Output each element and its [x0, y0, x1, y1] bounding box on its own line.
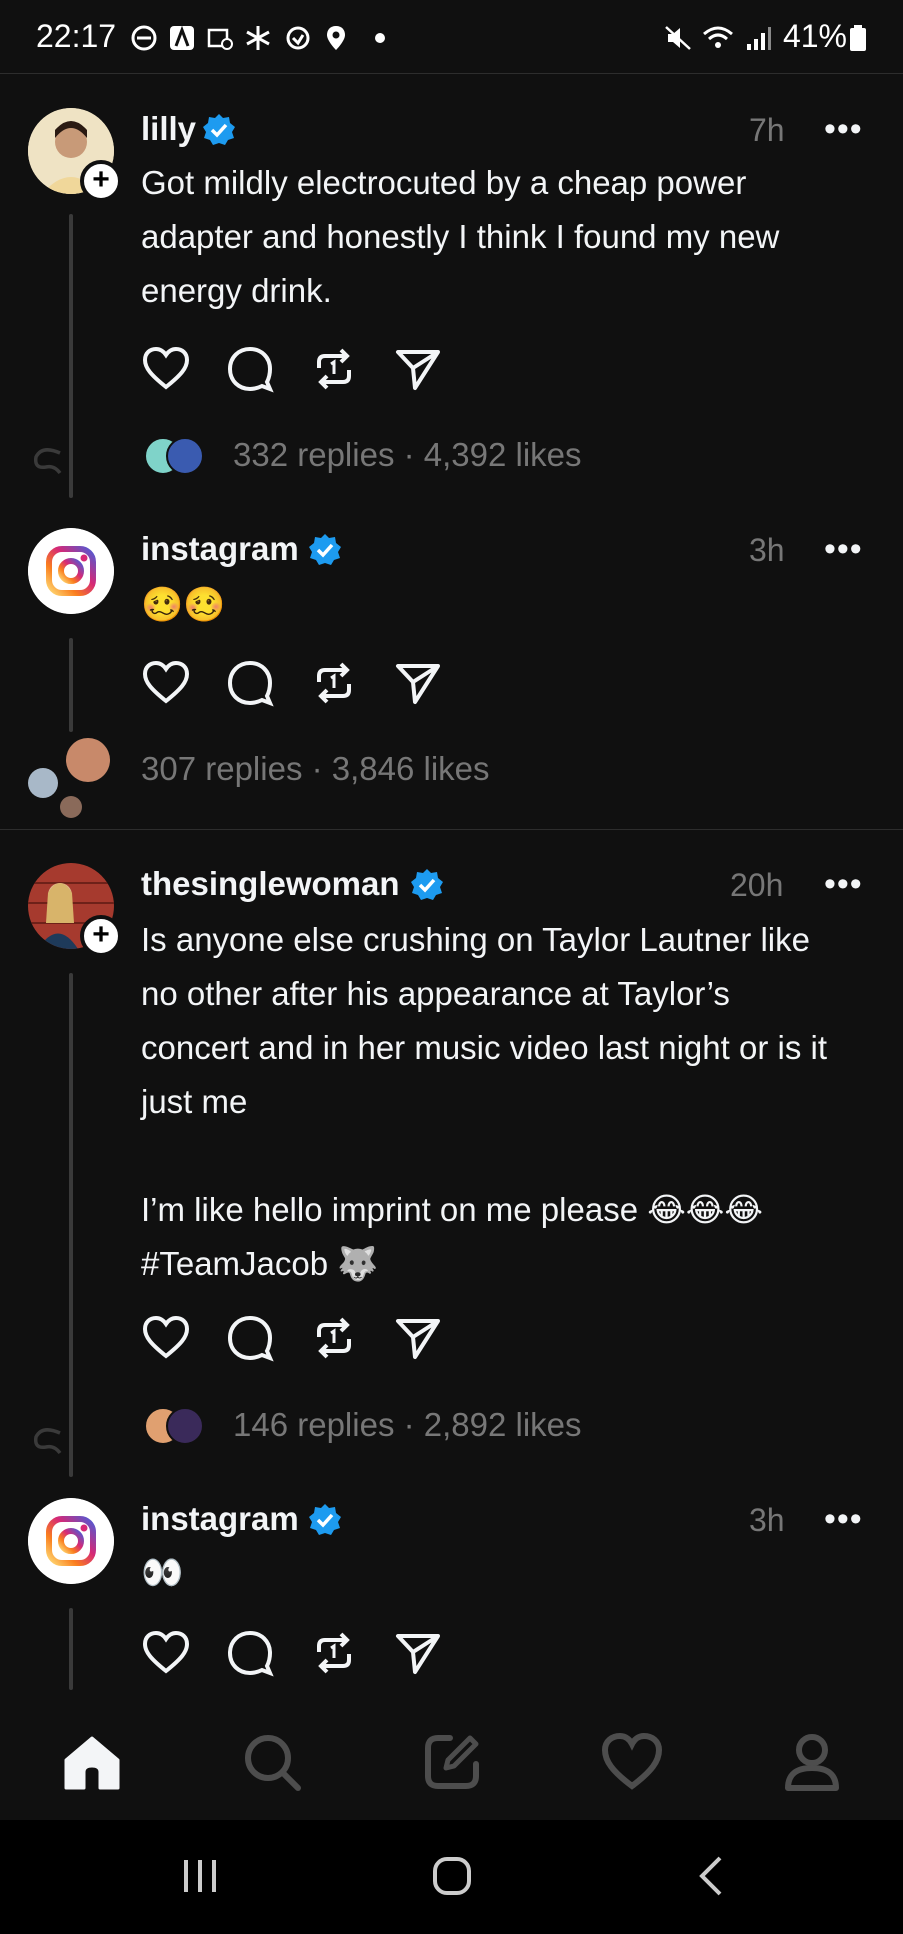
action-bar	[141, 1313, 461, 1369]
reply-avatars	[28, 738, 112, 820]
status-time: 22:17	[36, 18, 117, 54]
top-divider	[0, 73, 903, 74]
share-icon[interactable]	[393, 658, 443, 708]
share-icon[interactable]	[393, 1313, 443, 1363]
back-icon[interactable]	[690, 1854, 734, 1898]
asterisk-icon	[246, 26, 270, 50]
system-nav-bar	[0, 1820, 903, 1934]
instagram-logo-icon	[28, 1498, 114, 1584]
thread-loop-icon	[33, 448, 62, 475]
thread-line	[69, 638, 73, 732]
location-icon	[327, 26, 345, 50]
battery-icon	[850, 25, 866, 51]
battery-percent: 41%	[782, 18, 847, 54]
post-divider	[0, 829, 903, 830]
more-options-button[interactable]: •••	[824, 865, 863, 904]
reply-avatars	[144, 435, 206, 475]
reply-avatar	[66, 738, 110, 782]
verified-badge-icon	[411, 869, 443, 900]
repost-icon[interactable]	[309, 1313, 359, 1363]
thread-loop-icon	[33, 1428, 62, 1455]
post-text: 👀	[141, 1554, 184, 1592]
thread-line	[69, 214, 73, 498]
app-notification-icon	[170, 25, 194, 50]
home-icon[interactable]	[60, 1730, 124, 1794]
post-thesinglewoman[interactable]: + thesinglewoman 20h ••• Is anyone else …	[0, 845, 903, 1495]
verified-badge-icon	[309, 534, 341, 565]
post-stats[interactable]: 146 replies · 2,892 likes	[233, 1406, 582, 1444]
action-bar	[141, 658, 461, 714]
heart-icon[interactable]	[141, 1628, 191, 1678]
follow-plus-button[interactable]: +	[80, 160, 122, 202]
repost-icon[interactable]	[309, 344, 359, 394]
post-text: Is anyone else crushing on Taylor Lautne…	[141, 921, 827, 1282]
post-time: 3h	[749, 1502, 785, 1538]
action-bar	[141, 1628, 461, 1684]
dot-icon	[375, 33, 385, 43]
post-stats[interactable]: 332 replies · 4,392 likes	[233, 436, 582, 474]
repost-icon[interactable]	[309, 658, 359, 708]
more-options-button[interactable]: •••	[824, 530, 863, 569]
activity-icon[interactable]	[600, 1730, 664, 1794]
post-instagram[interactable]: instagram 3h ••• 🥴🥴 307 replies · 3,846 …	[0, 510, 903, 830]
comment-icon[interactable]	[225, 658, 275, 708]
reply-avatar	[166, 1407, 204, 1445]
instagram-logo-icon	[28, 528, 114, 614]
sync-icon	[286, 26, 310, 50]
avatar[interactable]	[28, 528, 114, 614]
profile-icon[interactable]	[780, 1730, 844, 1794]
comment-icon[interactable]	[225, 344, 275, 394]
status-bar: 22:17 41%	[0, 0, 903, 74]
post-time: 7h	[749, 112, 785, 148]
search-icon[interactable]	[240, 1730, 304, 1794]
recents-icon[interactable]	[180, 1854, 224, 1898]
verified-badge-icon	[309, 1504, 341, 1535]
more-options-button[interactable]: •••	[824, 1500, 863, 1539]
follow-plus-button[interactable]: +	[80, 915, 122, 957]
username[interactable]: thesinglewoman	[141, 865, 400, 903]
comment-icon[interactable]	[225, 1313, 275, 1363]
comment-icon[interactable]	[225, 1628, 275, 1678]
post-instagram[interactable]: instagram 3h ••• 👀	[0, 1480, 903, 1710]
calendar-clock-icon	[207, 28, 233, 50]
thread-line	[69, 1608, 73, 1690]
verified-badge-icon	[203, 114, 235, 145]
heart-icon[interactable]	[141, 1313, 191, 1363]
post-stats[interactable]: 307 replies · 3,846 likes	[141, 750, 490, 788]
action-bar	[141, 344, 461, 400]
reply-avatar	[166, 437, 204, 475]
reply-avatar	[60, 796, 82, 818]
username[interactable]: instagram	[141, 1500, 299, 1538]
post-time: 20h	[730, 867, 784, 903]
share-icon[interactable]	[393, 344, 443, 394]
username[interactable]: instagram	[141, 530, 299, 568]
post-time: 3h	[749, 532, 785, 568]
heart-icon[interactable]	[141, 344, 191, 394]
avatar[interactable]	[28, 1498, 114, 1584]
compose-icon[interactable]	[420, 1730, 484, 1794]
home-circle-icon[interactable]	[430, 1854, 474, 1898]
thread-line	[69, 973, 73, 1477]
bottom-nav	[0, 1710, 903, 1820]
mute-icon	[665, 26, 691, 50]
reply-avatars	[144, 1405, 206, 1445]
signal-icon	[747, 27, 771, 50]
wifi-icon	[703, 26, 733, 48]
heart-icon[interactable]	[141, 658, 191, 708]
repost-icon[interactable]	[309, 1628, 359, 1678]
post-text: Got mildly electrocuted by a cheap power…	[141, 164, 780, 309]
reply-avatar	[28, 768, 58, 798]
username[interactable]: lilly	[141, 110, 196, 148]
post-text: 🥴🥴	[141, 586, 226, 624]
dnd-icon	[131, 25, 157, 51]
post-lilly[interactable]: + lilly 7h ••• Got mildly electrocuted b…	[0, 90, 903, 510]
share-icon[interactable]	[393, 1628, 443, 1678]
more-options-button[interactable]: •••	[824, 110, 863, 149]
